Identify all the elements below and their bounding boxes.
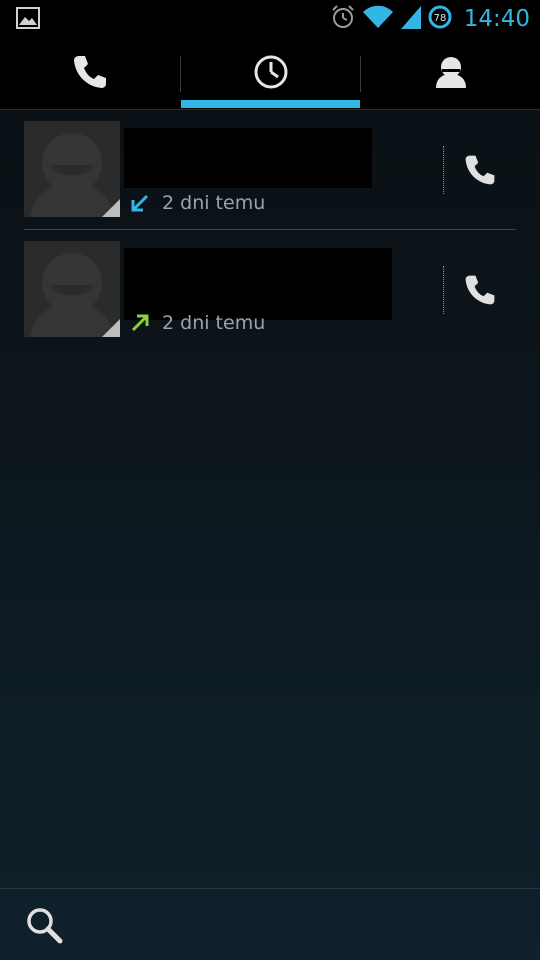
selected-tab-indicator — [181, 100, 360, 108]
quick-contact-badge — [102, 199, 120, 217]
outgoing-call-arrow-icon — [130, 313, 150, 333]
svg-text:78: 78 — [433, 13, 446, 24]
phone-icon — [70, 52, 110, 96]
status-bar: 78 14:40 — [0, 0, 540, 38]
tab-bar — [0, 38, 540, 110]
alarm-icon — [330, 4, 356, 34]
call-divider — [443, 266, 444, 314]
call-button[interactable] — [458, 268, 502, 312]
person-icon — [433, 54, 469, 94]
contact-name-redacted — [124, 128, 372, 188]
cell-signal-icon — [400, 4, 422, 34]
wifi-icon — [362, 4, 394, 34]
call-details: 2 dni temu — [130, 192, 265, 214]
battery-icon: 78 — [428, 5, 452, 33]
search-icon — [27, 908, 63, 944]
tab-contacts[interactable] — [361, 38, 540, 110]
gallery-notification-icon — [16, 7, 40, 29]
bottom-action-bar — [0, 888, 540, 960]
call-time-ago: 2 dni temu — [162, 192, 266, 214]
quick-contact-badge — [102, 319, 120, 337]
tab-phone[interactable] — [0, 38, 180, 110]
contact-name-redacted — [124, 248, 392, 320]
phone-icon — [465, 155, 495, 185]
avatar[interactable] — [24, 241, 120, 337]
search-button[interactable] — [24, 905, 66, 947]
call-time-ago: 2 dni temu — [162, 312, 266, 334]
call-button[interactable] — [458, 148, 502, 192]
incoming-call-arrow-icon — [130, 193, 150, 213]
phone-icon — [465, 275, 495, 305]
call-log-list: 2 dni temu 2 dni temu — [0, 110, 540, 350]
call-details: 2 dni temu — [130, 312, 265, 334]
avatar[interactable] — [24, 121, 120, 217]
clock-icon — [253, 54, 289, 94]
call-divider — [443, 146, 444, 194]
clock-time: 14:40 — [463, 6, 530, 32]
list-item[interactable]: 2 dni temu — [0, 110, 540, 230]
list-item[interactable]: 2 dni temu — [0, 230, 540, 350]
